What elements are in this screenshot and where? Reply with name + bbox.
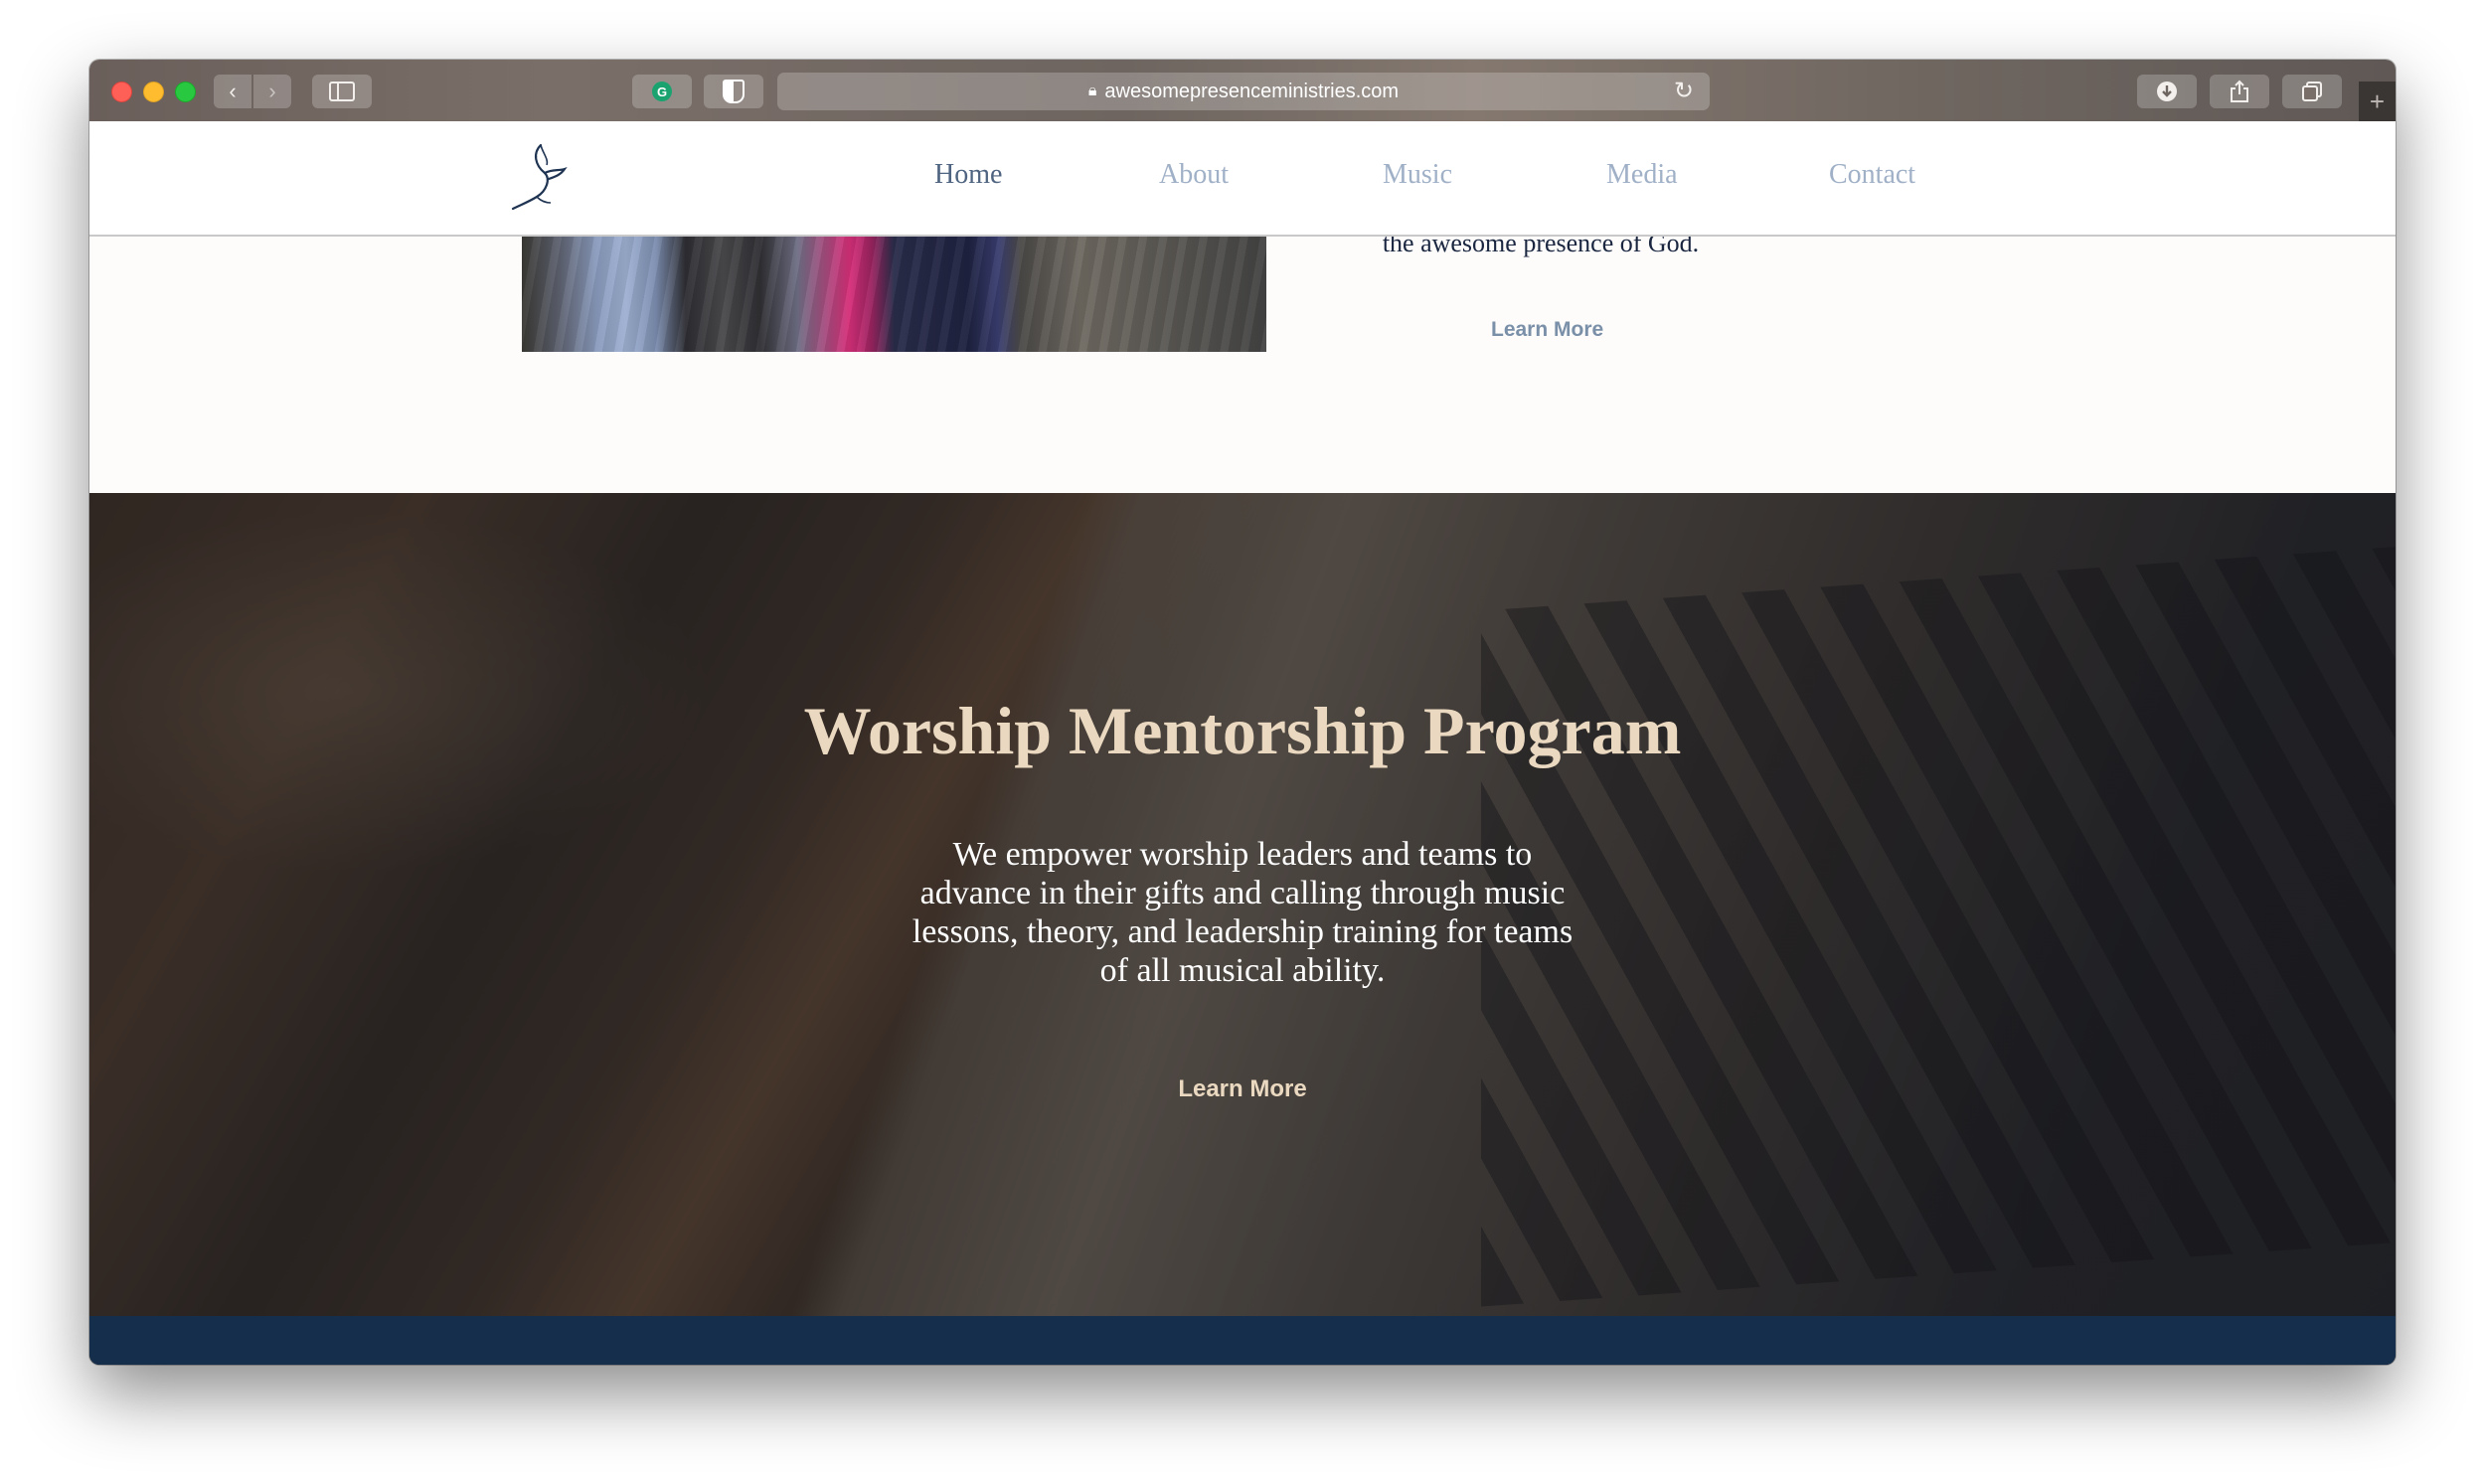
worship-mentorship-section: Worship Mentorship Program We empower wo… [89,493,2396,1365]
reload-icon[interactable]: ↻ [1674,77,1694,105]
grammarly-extension-button[interactable]: G [632,75,692,108]
privacy-extension-button[interactable] [704,75,763,108]
tabs-icon [2302,82,2322,101]
nav-contact[interactable]: Contact [1829,159,1915,191]
nav-home[interactable]: Home [934,159,1002,191]
url-text: awesomepresenceministries.com [1104,80,1400,102]
sidebar-icon [329,82,355,101]
sidebar-toggle-button[interactable] [312,75,372,108]
site-header: Home About Music Media Contact [89,121,2396,237]
about-section: the awesome presence of God. Learn More [89,229,2396,493]
share-button[interactable] [2210,75,2269,108]
zoom-window-button[interactable] [175,82,196,102]
nav-media[interactable]: Media [1606,159,1678,191]
team-photo [522,235,1266,352]
download-icon [2157,82,2177,101]
footer-strip [89,1316,2396,1365]
shield-icon [723,80,745,103]
new-tab-button[interactable]: + [2359,82,2396,121]
nav-music[interactable]: Music [1383,159,1452,191]
section-title: Worship Mentorship Program [803,693,1682,768]
nav-about[interactable]: About [1159,159,1229,191]
share-icon [2231,80,2248,102]
mentorship-learn-more-label[interactable]: Learn More [1178,1075,1306,1102]
browser-window: ‹ › G 🔒︎ awesomepresenceministries.com ↻ [89,60,2396,1365]
section-description: We empower worship leaders and teams to … [911,836,1574,989]
chevron-right-icon: › [268,79,276,103]
back-button[interactable]: ‹ [214,75,251,108]
minimize-window-button[interactable] [143,82,164,102]
downloads-button[interactable] [2137,75,2197,108]
forward-button[interactable]: › [253,75,291,108]
plus-icon: + [2369,85,2386,116]
grammarly-icon: G [652,82,672,101]
address-bar[interactable]: 🔒︎ awesomepresenceministries.com ↻ [777,73,1710,110]
dove-logo-icon[interactable] [507,139,577,213]
chevron-left-icon: ‹ [229,79,237,103]
mentorship-learn-more-link: Learn More [89,1075,2396,1103]
close-window-button[interactable] [111,82,132,102]
about-learn-more-link[interactable]: Learn More [1491,318,1603,342]
browser-toolbar: ‹ › G 🔒︎ awesomepresenceministries.com ↻ [89,60,2396,122]
tab-overview-button[interactable] [2282,75,2342,108]
lock-icon: 🔒︎ [1087,82,1097,99]
